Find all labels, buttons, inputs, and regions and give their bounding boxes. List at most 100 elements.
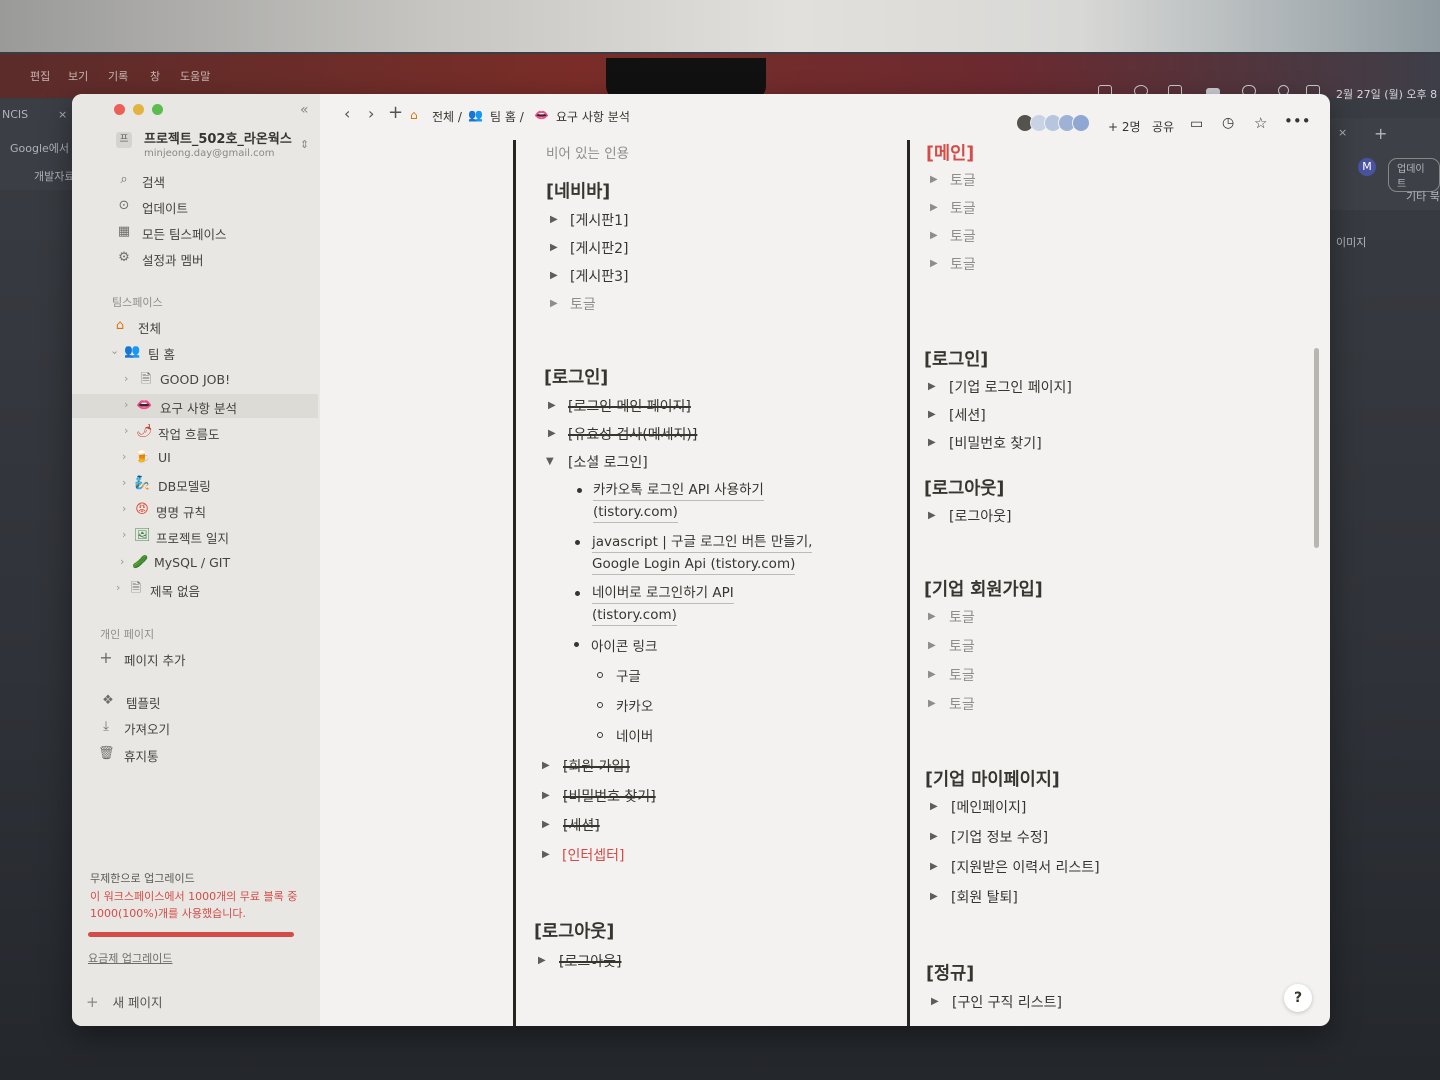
icon-sub-google[interactable]: 구글 [616, 665, 641, 685]
toggle-validation[interactable]: [유효성 검사(메세지)] [568, 424, 697, 444]
help-button[interactable]: ? [1284, 984, 1312, 1012]
icon-sub-kakao[interactable]: 카카오 [616, 695, 653, 715]
toggle-triangle-icon[interactable]: ▶ [548, 400, 556, 411]
toggle-empty[interactable]: 토글 [950, 170, 976, 190]
chevron-right-icon[interactable]: › [120, 555, 124, 568]
toggle-triangle-icon[interactable]: ▶ [550, 242, 558, 253]
menu-history[interactable]: 기록 [108, 68, 128, 84]
new-page-button[interactable]: + 새 페이지 [86, 992, 163, 1011]
share-button[interactable]: 공유 [1152, 118, 1174, 135]
history-icon[interactable]: ◷ [1222, 115, 1234, 131]
sidebar-item-team-home[interactable]: ⌄ 👥 팀 홈 [72, 340, 320, 364]
chevron-right-icon[interactable]: › [122, 528, 126, 541]
link-google-login-src[interactable]: Google Login Api (tistory.com) [592, 554, 796, 575]
back-icon[interactable]: ‹ [344, 104, 350, 123]
toggle-triangle-icon[interactable]: ▶ [542, 819, 550, 830]
heading-login[interactable]: [로그인] [924, 346, 988, 371]
toggle-triangle-icon[interactable]: ▶ [538, 955, 546, 966]
sidebar-page-db-modeling[interactable]: › 🧞 DB모델링 [72, 472, 320, 496]
toggle-logout[interactable]: [로그아웃] [949, 506, 1011, 526]
breadcrumb-current[interactable]: 요구 사항 분석 [556, 108, 630, 125]
sidebar-item-all[interactable]: ⌂ 전체 [72, 314, 320, 338]
toggle-empty[interactable]: 토글 [570, 294, 596, 314]
toggle-job-list[interactable]: [구인 구직 리스트] [952, 992, 1062, 1012]
toggle-edit-corp-info[interactable]: [기업 정보 수정] [951, 827, 1048, 847]
link-naver-login-src[interactable]: (tistory.com) [592, 605, 677, 626]
sidebar-page-untitled[interactable]: › 🗎 제목 없음 [72, 577, 320, 601]
heading-login[interactable]: [로그인] [544, 364, 608, 389]
toggle-logout[interactable]: [로그아웃] [559, 951, 621, 971]
close-window-button[interactable] [114, 104, 125, 115]
workspace-name[interactable]: 프로젝트_502호_라온웍스 [144, 128, 292, 147]
toggle-triangle-icon[interactable]: ▶ [930, 801, 938, 812]
comment-icon[interactable]: ▭ [1190, 116, 1203, 132]
toggle-triangle-icon[interactable]: ▶ [928, 669, 936, 680]
more-people-count[interactable]: + 2명 [1108, 118, 1141, 135]
toggle-triangle-icon[interactable]: ▶ [930, 891, 938, 902]
toggle-triangle-icon[interactable]: ▶ [931, 996, 939, 1007]
toggle-triangle-icon[interactable]: ▶ [542, 790, 550, 801]
empty-quote[interactable]: 비어 있는 인용 [546, 142, 629, 162]
sidebar-item-search[interactable]: ⌕ 검색 [72, 168, 320, 192]
sidebar-item-settings[interactable]: ⚙ 설정과 멤버 [72, 246, 320, 270]
toggle-board1[interactable]: [게시판1] [570, 210, 628, 230]
chevron-right-icon[interactable]: › [122, 502, 126, 515]
heading-logout[interactable]: [로그아웃] [924, 475, 1004, 500]
chevron-right-icon[interactable]: › [124, 398, 128, 411]
heading-regular[interactable]: [정규] [926, 960, 974, 985]
link-kakao-login-src[interactable]: (tistory.com) [593, 502, 678, 523]
sidebar-item-all-teamspaces[interactable]: ▦ 모든 팀스페이스 [72, 220, 320, 244]
toggle-triangle-icon[interactable]: ▶ [550, 214, 558, 225]
sidebar-item-trash[interactable]: 🗑 휴지통 [72, 742, 320, 766]
heading-corp-mypage[interactable]: [기업 마이페이지] [925, 766, 1060, 791]
menu-view[interactable]: 보기 [68, 68, 88, 84]
more-icon[interactable]: ••• [1284, 112, 1311, 130]
chevron-right-icon[interactable]: › [122, 476, 126, 489]
chevron-right-icon[interactable]: › [124, 424, 128, 437]
toggle-session[interactable]: [세션] [949, 405, 986, 425]
toggle-triangle-icon[interactable]: ▶ [542, 849, 550, 860]
collapse-sidebar-icon[interactable]: « [300, 102, 309, 118]
toggle-main-page[interactable]: [메인페이지] [951, 797, 1026, 817]
toggle-triangle-icon[interactable]: ▶ [928, 611, 936, 622]
toggle-empty[interactable]: 토글 [949, 607, 975, 627]
toggle-empty[interactable]: 토글 [950, 198, 976, 218]
toggle-triangle-icon[interactable]: ▶ [928, 698, 936, 709]
toggle-session[interactable]: [세션] [563, 815, 600, 835]
upgrade-plan-link[interactable]: 요금제 업그레이드 [88, 950, 172, 966]
toggle-triangle-icon[interactable]: ▶ [542, 760, 550, 771]
toggle-triangle-icon[interactable]: ▶ [930, 202, 938, 213]
toggle-triangle-icon[interactable]: ▶ [930, 861, 938, 872]
heading-main[interactable]: [메인] [926, 140, 974, 165]
sidebar-page-mysql-git[interactable]: › 🥒 MySQL / GIT [72, 551, 320, 575]
new-tab-plus-icon[interactable]: + [388, 102, 403, 123]
sidebar-page-ui[interactable]: › 🍺 UI [72, 446, 320, 470]
zoom-window-button[interactable] [152, 104, 163, 115]
breadcrumb-all[interactable]: 전체 / [432, 108, 462, 125]
sidebar-page-good-job[interactable]: › 🗎 GOOD JOB! [72, 368, 320, 392]
toggle-withdraw[interactable]: [회원 탈퇴] [951, 887, 1018, 907]
link-google-login[interactable]: javascript | 구글 로그인 버튼 만들기, [592, 532, 813, 553]
toggle-empty[interactable]: 토글 [949, 694, 975, 714]
toggle-resume-list[interactable]: [지원받은 이력서 리스트] [951, 857, 1100, 877]
menu-help[interactable]: 도움말 [180, 68, 210, 84]
toggle-board3[interactable]: [게시판3] [570, 266, 628, 286]
chevron-updown-icon[interactable]: ⇕ [300, 138, 309, 151]
chevron-down-icon[interactable]: ⌄ [110, 344, 119, 357]
toggle-board2[interactable]: [게시판2] [570, 238, 628, 258]
toggle-triangle-icon[interactable]: ▶ [930, 258, 938, 269]
sidebar-page-workflow[interactable]: › 🌶 작업 흐름도 [72, 420, 320, 444]
icon-link-item[interactable]: 아이콘 링크 [591, 635, 657, 655]
link-naver-login[interactable]: 네이버로 로그인하기 API [592, 583, 734, 604]
toggle-find-password[interactable]: [비밀번호 찾기] [949, 433, 1042, 453]
icon-sub-naver[interactable]: 네이버 [616, 725, 653, 745]
breadcrumb-team-home[interactable]: 팀 홈 / [490, 108, 524, 125]
sidebar-add-page[interactable]: + 페이지 추가 [72, 646, 320, 670]
toggle-corp-login[interactable]: [기업 로그인 페이지] [949, 377, 1072, 397]
toggle-triangle-icon[interactable]: ▶ [930, 230, 938, 241]
toggle-signup[interactable]: [회원 가입] [563, 756, 630, 776]
toggle-empty[interactable]: 토글 [949, 665, 975, 685]
toggle-empty[interactable]: 토글 [949, 636, 975, 656]
toggle-interceptor[interactable]: [인터셉터] [562, 845, 624, 865]
toggle-triangle-icon[interactable]: ▶ [928, 381, 936, 392]
